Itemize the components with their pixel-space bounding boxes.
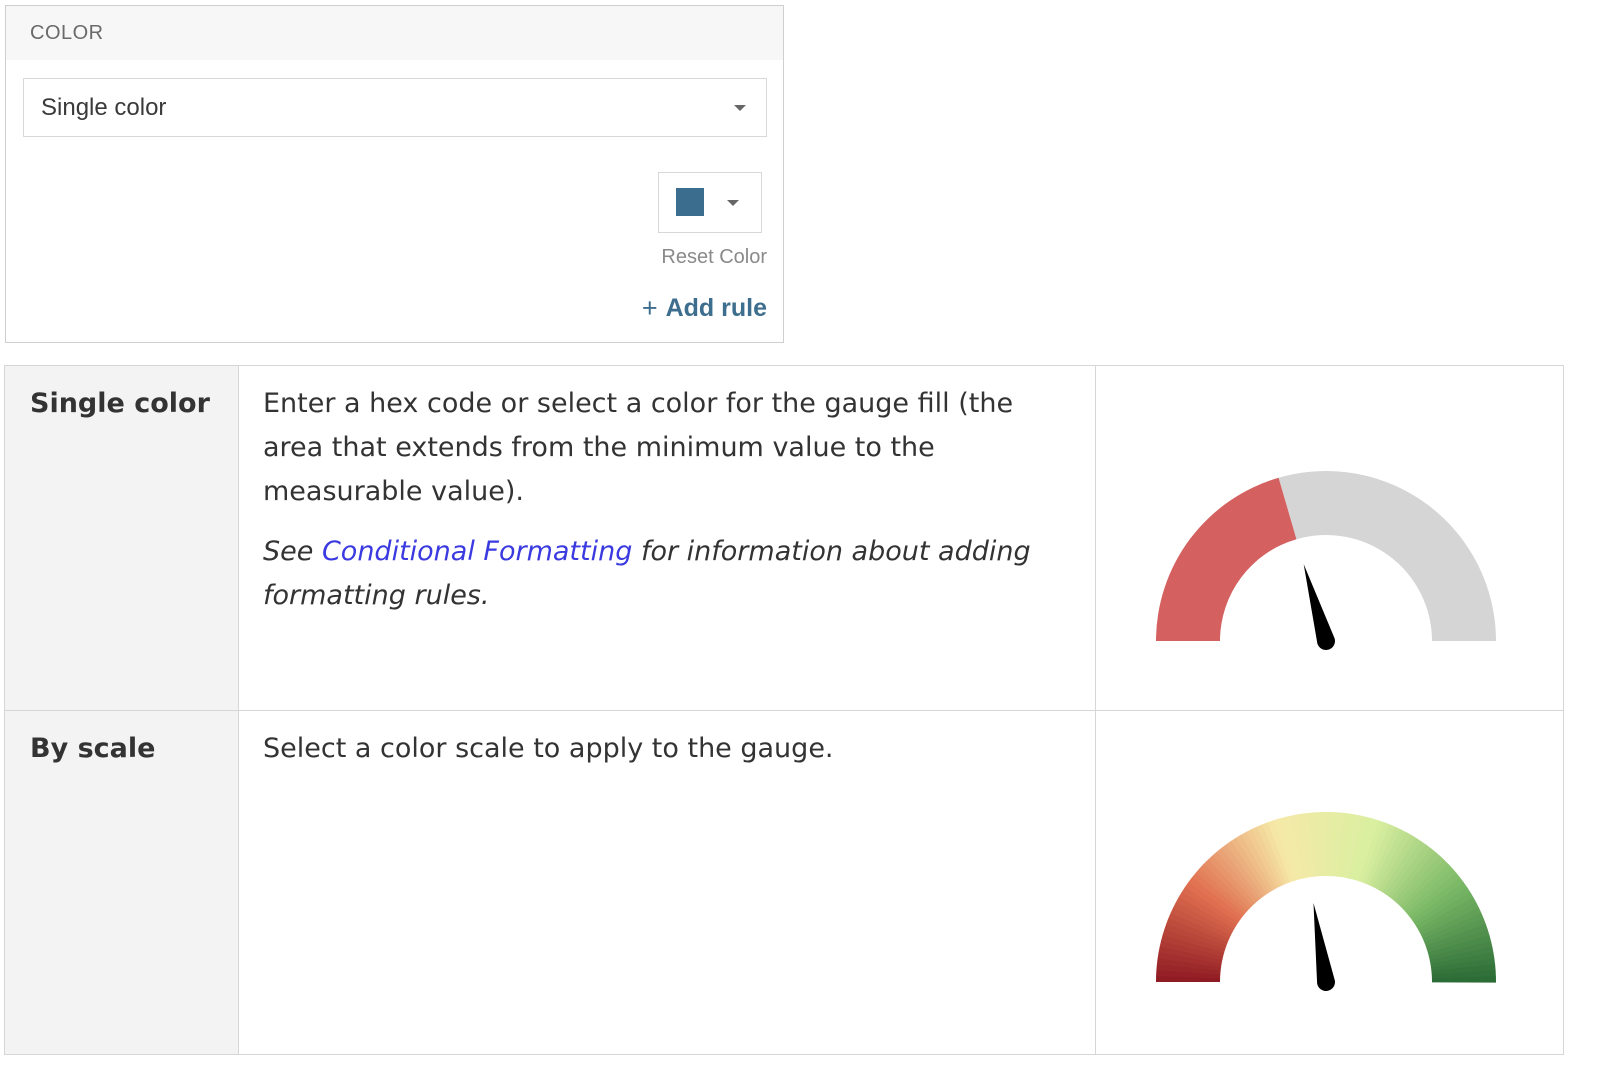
- option-name: By scale: [4, 709, 239, 1055]
- add-rule-label: Add rule: [665, 294, 767, 322]
- chevron-down-icon: [734, 105, 746, 111]
- conditional-formatting-link[interactable]: Conditional Formatting: [322, 536, 632, 567]
- description-note: See Conditional Formatting for informati…: [263, 530, 1075, 618]
- color-picker-button[interactable]: [658, 172, 762, 233]
- add-rule-button[interactable]: + Add rule: [642, 293, 767, 324]
- plus-icon: +: [641, 293, 658, 323]
- note-prefix: See: [263, 536, 322, 567]
- gauge-track: [1278, 471, 1496, 641]
- color-mode-select-value: Single color: [41, 93, 167, 121]
- chevron-down-icon: [727, 200, 739, 206]
- option-description: Enter a hex code or select a color for t…: [238, 365, 1096, 711]
- color-swatch: [676, 188, 704, 216]
- description-text: Select a color scale to apply to the gau…: [263, 732, 834, 764]
- option-name: Single color: [4, 365, 239, 711]
- color-mode-select[interactable]: Single color: [23, 78, 767, 137]
- color-scale-gauge-image: [1156, 811, 1496, 991]
- gauge-needle: [1313, 902, 1335, 991]
- table-row: Single color Enter a hex code or select …: [4, 365, 1564, 711]
- gauge-fill: [1156, 477, 1297, 641]
- single-color-gauge-image: [1156, 471, 1496, 650]
- reset-color-link[interactable]: Reset Color: [661, 246, 767, 269]
- description-text: Enter a hex code or select a color for t…: [263, 388, 1014, 507]
- option-description: Select a color scale to apply to the gau…: [238, 709, 1096, 1055]
- panel-header: COLOR: [6, 6, 783, 60]
- color-options-table: Single color Enter a hex code or select …: [4, 365, 1564, 1055]
- gauge-needle: [1303, 564, 1335, 650]
- option-illustration: [1095, 709, 1564, 1055]
- table-row: By scale Select a color scale to apply t…: [4, 709, 1564, 1055]
- color-panel: COLOR Single color Reset Color + Add rul…: [5, 5, 784, 343]
- option-illustration: [1095, 365, 1564, 711]
